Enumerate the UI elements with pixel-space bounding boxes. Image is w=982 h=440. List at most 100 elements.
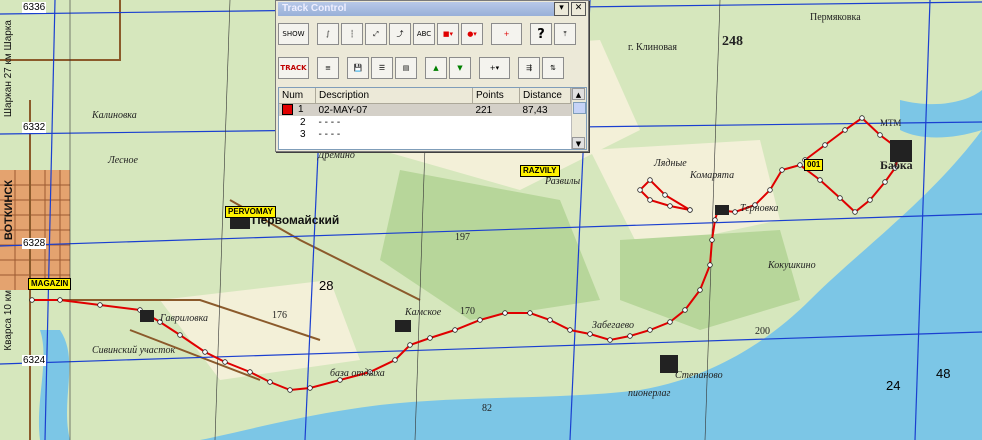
track-point[interactable] — [709, 237, 715, 243]
track-point[interactable] — [867, 197, 873, 203]
track-point[interactable] — [837, 195, 843, 201]
track-point[interactable] — [779, 167, 785, 173]
elevation-248: 248 — [722, 34, 743, 49]
move-down-icon[interactable]: ▼ — [449, 57, 471, 79]
curve-tool-icon[interactable]: ∫ — [317, 23, 339, 45]
track-point[interactable] — [842, 127, 848, 133]
track-point[interactable] — [222, 359, 228, 365]
track-point[interactable] — [267, 379, 273, 385]
track-point[interactable] — [647, 177, 653, 183]
merge-icon[interactable]: ⇅ — [542, 57, 564, 79]
track-point[interactable] — [29, 297, 35, 303]
track-point[interactable] — [477, 317, 483, 323]
track-point[interactable] — [607, 337, 613, 343]
scroll-up-icon[interactable]: ▲ — [572, 88, 585, 100]
column-header-distance[interactable]: Distance — [519, 88, 571, 104]
track-point[interactable] — [647, 327, 653, 333]
track-point[interactable] — [407, 342, 413, 348]
grid-label-6328: 6328 — [22, 238, 47, 249]
track-point[interactable] — [452, 327, 458, 333]
track-point[interactable] — [527, 310, 533, 316]
bend-tool-icon[interactable]: ⤴ — [389, 23, 411, 45]
track-point[interactable] — [647, 197, 653, 203]
track-point[interactable] — [177, 332, 183, 338]
waypoint-magazin[interactable]: MAGAZIN — [28, 278, 72, 290]
track-point[interactable] — [97, 302, 103, 308]
track-point[interactable] — [307, 385, 313, 391]
point-dropdown-icon[interactable]: ■▾ — [437, 23, 459, 45]
grid-label-6324: 6324 — [22, 355, 47, 366]
track-point[interactable] — [687, 207, 693, 213]
minimize-button[interactable]: ▾ — [554, 1, 569, 16]
track-point[interactable] — [667, 203, 673, 209]
track-button[interactable]: TRACK — [278, 57, 309, 79]
properties-icon[interactable]: ▤ — [395, 57, 417, 79]
track-point[interactable] — [427, 335, 433, 341]
close-button[interactable]: ✕ — [571, 1, 586, 16]
track-point[interactable] — [797, 162, 803, 168]
track-point[interactable] — [852, 209, 858, 215]
track-point[interactable] — [547, 317, 553, 323]
column-header-points[interactable]: Points — [472, 88, 520, 104]
track-point[interactable] — [637, 187, 643, 193]
track-point[interactable] — [859, 115, 865, 121]
column-header-description[interactable]: Description — [315, 88, 473, 104]
town-gavrilovka: Гавриловка — [160, 313, 209, 324]
town-permyakovka: Пермяковка — [810, 12, 861, 23]
add-point-button[interactable]: + — [491, 23, 522, 45]
track-point[interactable] — [287, 387, 293, 393]
town-komaryata: Комарята — [690, 170, 735, 181]
toolbar-row-2: TRACK ≡ 💾 ☰ ▤ ▲ ▼ +▾ ⇶ ⇅ — [278, 57, 564, 79]
upload-icon[interactable]: ⤒ — [554, 23, 576, 45]
show-button[interactable]: SHOW — [278, 23, 309, 45]
track-point[interactable] — [877, 132, 883, 138]
waypoint-pervomay[interactable]: PERVOMAY — [225, 206, 276, 218]
track-point[interactable] — [767, 187, 773, 193]
track-point[interactable] — [667, 319, 673, 325]
track-point[interactable] — [822, 142, 828, 148]
track-color-swatch[interactable] — [282, 104, 293, 116]
track-point[interactable] — [882, 179, 888, 185]
title-bar[interactable]: Track Control ▾ ✕ — [276, 1, 588, 16]
track-point[interactable] — [697, 287, 703, 293]
scroll-thumb[interactable] — [573, 102, 586, 114]
diagonal-tool-icon[interactable]: ⤢ — [365, 23, 387, 45]
vertical-tool-icon[interactable]: ┆ — [341, 23, 363, 45]
town-razvily: Развилы — [545, 176, 581, 187]
move-up-icon[interactable]: ▲ — [425, 57, 447, 79]
table-row[interactable]: 3 - - - - — [279, 128, 571, 140]
grid-label-6332: 6332 — [22, 122, 47, 133]
track-point[interactable] — [392, 357, 398, 363]
align-icon[interactable]: ≡ — [317, 57, 339, 79]
track-point[interactable] — [707, 262, 713, 268]
track-point[interactable] — [682, 307, 688, 313]
track-point[interactable] — [202, 349, 208, 355]
track-point[interactable] — [817, 177, 823, 183]
track-point[interactable] — [732, 209, 738, 215]
add-dropdown-icon[interactable]: +▾ — [479, 57, 510, 79]
track-point[interactable] — [502, 310, 508, 316]
column-header-num[interactable]: Num — [279, 88, 316, 104]
track-point[interactable] — [587, 331, 593, 337]
track-list[interactable]: Num Description Points Distance 1 02-MAY… — [278, 87, 587, 150]
vertical-scrollbar[interactable]: ▲ ▼ — [571, 88, 586, 149]
help-button[interactable]: ? — [530, 23, 552, 45]
waypoint-001[interactable]: 001 — [804, 159, 824, 171]
list-icon[interactable]: ☰ — [371, 57, 393, 79]
table-row[interactable]: 2 - - - - — [279, 116, 571, 128]
split-icon[interactable]: ⇶ — [518, 57, 540, 79]
track-point[interactable] — [627, 333, 633, 339]
abc-button[interactable]: ABC — [413, 23, 435, 45]
waypoint-razvily[interactable]: RAZVILY — [520, 165, 560, 177]
save-icon[interactable]: 💾 — [347, 57, 369, 79]
color-dropdown-icon[interactable]: ●▾ — [461, 23, 483, 45]
scroll-down-icon[interactable]: ▼ — [572, 137, 585, 149]
track-point[interactable] — [567, 327, 573, 333]
track-point[interactable] — [662, 192, 668, 198]
track-point[interactable] — [712, 217, 718, 223]
track-point[interactable] — [247, 369, 253, 375]
hill-klinovaya: г. Клиновая — [628, 42, 677, 53]
track-control-window[interactable]: Track Control ▾ ✕ SHOW ∫ ┆ ⤢ ⤴ ABC ■▾ ●▾… — [275, 0, 589, 152]
table-row[interactable]: 1 02-MAY-07 221 87,43 — [279, 103, 571, 116]
track-point[interactable] — [57, 297, 63, 303]
